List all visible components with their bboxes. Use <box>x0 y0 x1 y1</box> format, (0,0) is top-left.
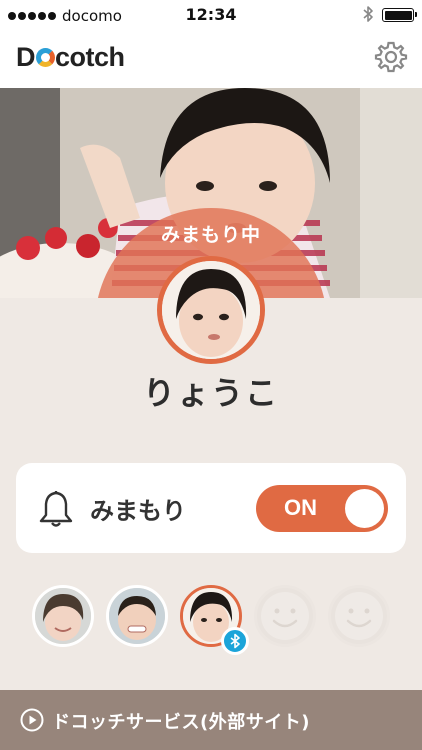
bluetooth-badge <box>221 627 249 655</box>
smiley-placeholder-icon <box>335 592 383 640</box>
gear-icon[interactable] <box>374 40 408 74</box>
child-avatar-2[interactable] <box>106 585 168 647</box>
bell-icon <box>39 491 73 527</box>
child-face-image <box>162 261 260 359</box>
child-avatar-1[interactable] <box>32 585 94 647</box>
battery-icon <box>382 8 417 22</box>
bluetooth-status-icon <box>363 6 373 22</box>
smiley-placeholder-icon <box>261 592 309 640</box>
child-name: りょうこ <box>142 374 279 412</box>
status-time: 12:34 <box>185 5 237 24</box>
watch-label: みまもり <box>90 497 186 525</box>
app-logo: Dcotch <box>16 42 125 72</box>
toggle-state-label: ON <box>284 495 317 520</box>
child-selector <box>0 585 422 660</box>
child-face-image <box>35 588 91 644</box>
watch-card: みまもり ON <box>16 463 406 553</box>
status-bar: docomo 12:34 <box>0 0 422 28</box>
play-circle-icon <box>20 708 44 732</box>
nav-bar: Dcotch <box>0 28 422 88</box>
bluetooth-icon <box>230 633 240 649</box>
selected-child-avatar[interactable] <box>157 256 265 364</box>
toggle-knob <box>345 489 384 528</box>
watching-status-label: みまもり中 <box>160 224 261 246</box>
child-face-image <box>109 588 165 644</box>
empty-child-slot-1[interactable] <box>254 585 316 647</box>
external-service-link[interactable]: ドコッチサービス(外部サイト) <box>0 690 422 750</box>
empty-child-slot-2[interactable] <box>328 585 390 647</box>
watch-toggle[interactable]: ON <box>256 485 388 532</box>
external-service-label: ドコッチサービス(外部サイト) <box>52 712 310 733</box>
